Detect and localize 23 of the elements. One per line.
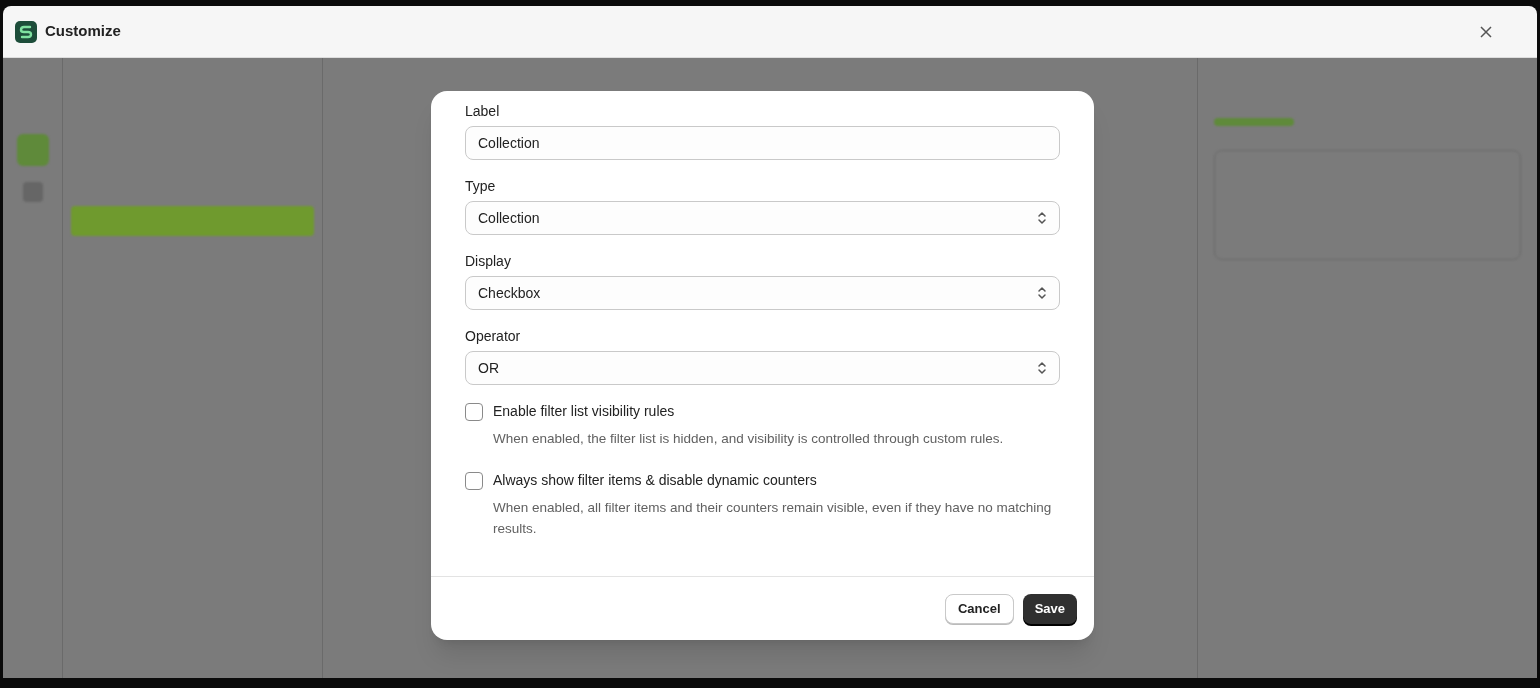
- blurred-sidebar-icon: [16, 134, 49, 166]
- chevron-updown-icon: [1037, 286, 1047, 300]
- checkbox[interactable]: [465, 472, 483, 490]
- cancel-button[interactable]: Cancel: [945, 593, 1014, 624]
- field-label: Display: [465, 252, 512, 270]
- window-title: Customize: [45, 21, 122, 42]
- select-field[interactable]: OR: [465, 351, 1060, 385]
- field-label: Operator: [465, 327, 522, 345]
- field-label: Label: [465, 102, 501, 120]
- field-label: Type: [465, 177, 497, 195]
- checkbox-label: Enable filter list visibility rules: [493, 402, 676, 421]
- select-field[interactable]: Collection: [465, 201, 1060, 235]
- select-field[interactable]: Checkbox: [465, 276, 1060, 310]
- save-button[interactable]: Save: [1022, 593, 1077, 624]
- app-logo-icon: [15, 20, 37, 43]
- input-field[interactable]: Collection: [465, 126, 1060, 160]
- checkbox[interactable]: [465, 403, 483, 421]
- chevron-updown-icon: [1037, 211, 1047, 225]
- option-description: When enabled, the filter list is hidden, and visibility is controlled through custom rules.: [493, 430, 1004, 448]
- option-description: When enabled, all filter items and their counters remain visible, even if they have no matching results.: [493, 499, 1053, 538]
- close-icon[interactable]: [1479, 24, 1493, 39]
- checkbox-label: Always show filter items & disable dynamic counters: [493, 471, 818, 490]
- chevron-updown-icon: [1037, 361, 1047, 375]
